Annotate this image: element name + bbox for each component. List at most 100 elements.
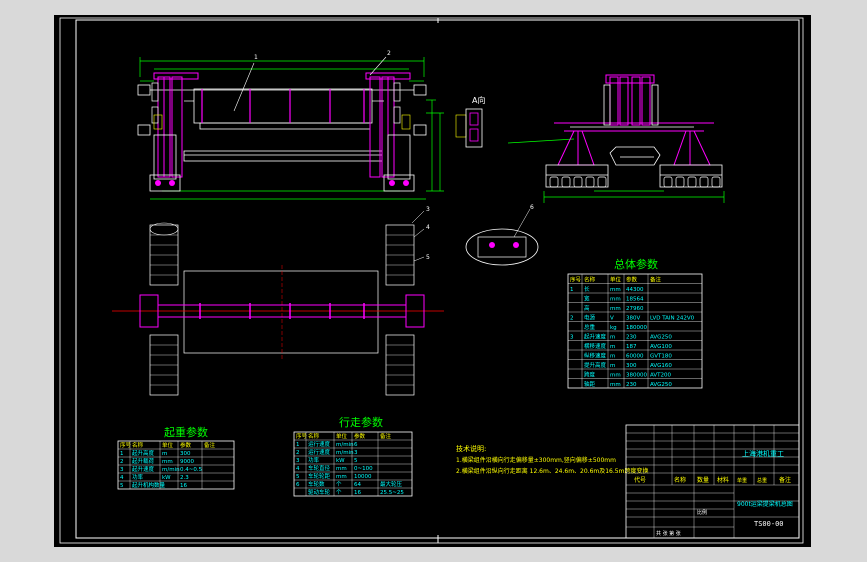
table-cell: 1	[296, 442, 300, 448]
table-cell: 纵移速度	[584, 352, 607, 360]
header-label-code: 代号	[634, 476, 646, 484]
balloon-1-label: 1	[254, 54, 258, 61]
table-header-cell: 参数	[180, 441, 192, 449]
table-cell: 长	[584, 285, 590, 293]
table-cell: m	[610, 354, 615, 360]
table-cell: V	[610, 316, 614, 322]
table-cell: 27960	[626, 306, 644, 312]
table-cell: 187	[626, 344, 637, 350]
table-cell: 0.4~0.5	[180, 467, 203, 473]
table-header-cell: 名称	[308, 432, 320, 440]
table-header-cell: 名称	[132, 441, 144, 449]
table-cell: mm	[336, 466, 347, 472]
table-cell: 230	[626, 382, 637, 388]
table-cell: kW	[162, 475, 171, 481]
table-cell: 18564	[626, 297, 644, 303]
table-cell: AVG100	[650, 344, 672, 350]
technical-notes: 技术说明: 1.横梁组件沿横向行走偏移量±300mm,竖向偏移±500mm 2.…	[456, 444, 648, 475]
table-cell: 起升高度	[132, 449, 155, 457]
table-header-cell: 备注	[380, 432, 392, 440]
company-name: 上海港机重工	[742, 449, 784, 458]
balloon-5-label: 5	[426, 254, 430, 261]
table-cell: 9000	[180, 459, 194, 465]
table-header-cell: 单位	[610, 276, 622, 284]
table-cell: 3	[570, 335, 574, 341]
table-cell: 横移速度	[584, 342, 607, 350]
header-label-remark: 备注	[779, 476, 791, 484]
table-cell: 16	[354, 490, 361, 496]
balloon-6-label: 6	[530, 204, 534, 211]
table-cell: 4	[120, 475, 124, 481]
table-cell: 60000	[626, 354, 644, 360]
lifting-parameters-section: 起重参数 序号 名称 单位 参数 备注 1 起升高度 m 300 2 起升载荷 mm 9000 3 起升速度…	[117, 425, 235, 490]
table-cell: AVT200	[650, 373, 672, 379]
table-cell: 5	[296, 474, 300, 480]
table-cell: 3	[354, 450, 358, 456]
table-cell: 3	[296, 458, 300, 464]
table-cell: 180000	[626, 325, 647, 331]
table-cell: 功率	[308, 456, 320, 464]
table-cell: 1	[570, 287, 574, 293]
view-a-label: A向	[472, 95, 485, 105]
table-cell: 230	[626, 335, 637, 341]
table-cell: 运行速度	[308, 448, 331, 456]
table-cell: 个	[336, 481, 342, 488]
side-elevation-view	[507, 74, 725, 203]
lifting-params-title: 起重参数	[164, 425, 208, 439]
table-cell: 2	[296, 450, 300, 456]
table-cell: m/min	[336, 442, 354, 448]
table-cell: 起升速度	[132, 465, 155, 473]
table-header-cell: 序号	[570, 276, 582, 284]
table-header-cell: 单位	[162, 441, 174, 449]
drawing-name: 900t运梁提梁机总图	[737, 500, 793, 508]
table-cell: 6	[354, 442, 358, 448]
table-cell: 电源	[584, 314, 596, 322]
table-cell: 最大轮压	[380, 480, 403, 488]
table-cell: m	[610, 363, 615, 369]
sheet-label: 共 张 第 张	[656, 530, 681, 537]
header-label-unit-weight: 单重	[737, 477, 747, 484]
table-cell: 驱动车轮	[308, 488, 331, 496]
table-cell: mm	[610, 382, 621, 388]
notes-title: 技术说明:	[456, 444, 486, 453]
header-label-qty: 数量	[697, 476, 709, 484]
table-header-cell: 参数	[354, 432, 366, 440]
table-cell: mm	[162, 459, 173, 465]
table-cell: 总重	[584, 323, 596, 331]
table-cell: mm	[610, 297, 621, 303]
table-cell: 380V	[626, 316, 640, 322]
title-block: 上海港机重工 900t运梁提梁机总图 TS00-00 代号 名称 数量 材料 备…	[625, 424, 800, 539]
table-cell: 运行速度	[308, 440, 331, 448]
lifting-parameters-table: 序号 名称 单位 参数 备注 1 起升高度 m 300 2 起升载荷 mm 9000 3 起升速度 m/min…	[117, 440, 235, 490]
table-cell: 380000	[626, 373, 647, 379]
table-cell: m/min	[336, 450, 354, 456]
table-cell: 车轮数	[308, 480, 325, 488]
front-elevation-view: 1 2	[137, 50, 444, 200]
scale-label: 比例	[697, 509, 707, 516]
table-cell: mm	[610, 287, 621, 293]
travel-parameters-section: 行走参数 序号 名称 单位 参数 备注1 运行速度 m/min 62 运行速度 m/min 33 功率…	[293, 415, 413, 497]
table-cell: 5	[354, 458, 358, 464]
table-cell: 起升速度	[584, 333, 607, 341]
table-cell: 300	[180, 451, 191, 457]
table-cell: 高	[584, 304, 590, 312]
table-cell: 2	[570, 316, 574, 322]
table-cell: 44300	[626, 287, 644, 293]
table-cell: 个	[336, 489, 342, 496]
table-cell: 起升机构数量	[132, 481, 166, 489]
table-cell: 16	[180, 483, 187, 489]
table-header-cell: 备注	[204, 441, 216, 449]
table-header-cell: 备注	[650, 276, 662, 284]
table-header-cell: 单位	[336, 432, 348, 440]
table-cell: 25.5~25	[380, 490, 404, 496]
table-cell: 10000	[354, 474, 372, 480]
table-cell: 2.3	[180, 475, 189, 481]
balloon-2-label: 2	[387, 50, 391, 57]
table-cell: 2	[120, 459, 124, 465]
table-cell: 4	[296, 466, 300, 472]
table-cell: 3	[120, 467, 124, 473]
table-cell: AVG160	[650, 363, 672, 369]
header-label-name: 名称	[674, 476, 686, 484]
table-cell: kW	[336, 458, 345, 464]
table-cell: m/min	[162, 467, 180, 473]
